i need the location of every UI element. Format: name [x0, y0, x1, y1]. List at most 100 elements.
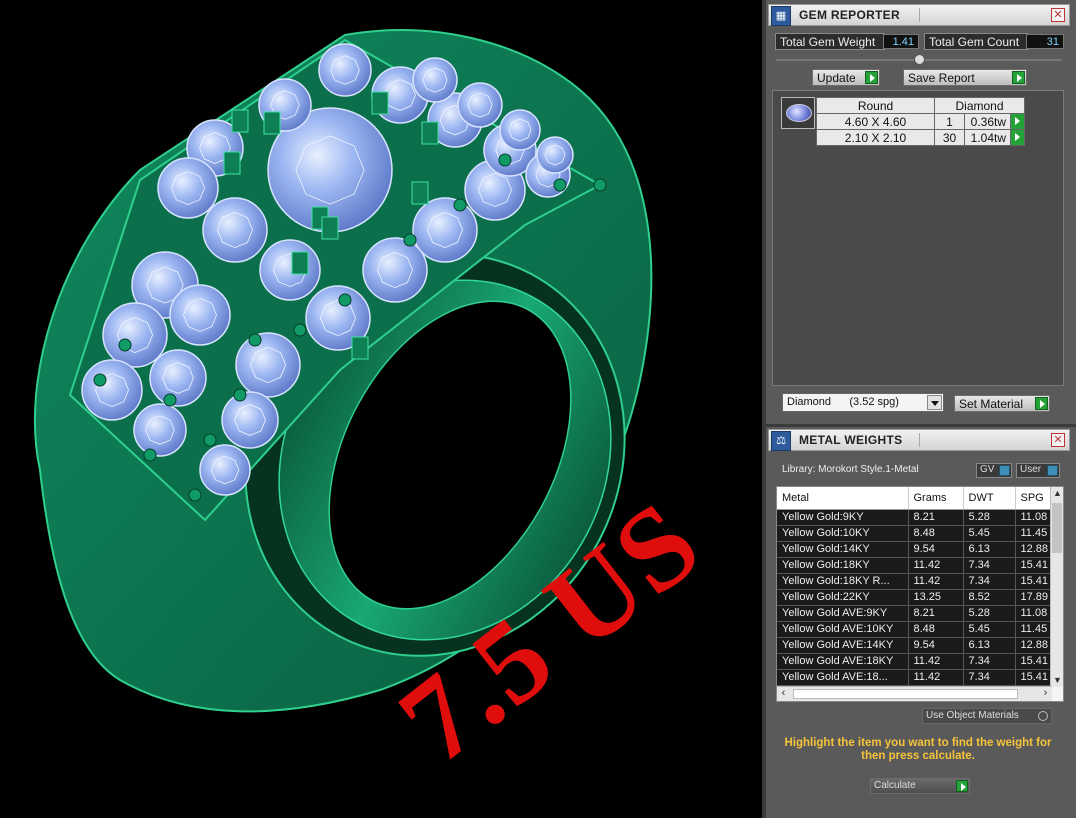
metal-weights-table[interactable]: Metal Grams DWT SPG Yellow Gold:9KY 8.21 5…: [776, 486, 1064, 702]
dwt-cell: 5.28: [963, 509, 1016, 526]
total-gem-weight-label: Total Gem Weight: [775, 33, 885, 50]
gv-toggle-label: GV: [980, 464, 995, 475]
calculate-button-label: Calculate: [874, 780, 916, 791]
gem-row[interactable]: 2.10 X 2.10 30 1.04tw: [816, 129, 1025, 146]
gem-weight: 1.04tw: [964, 129, 1011, 146]
dwt-cell: 6.13: [963, 637, 1016, 654]
prong: [421, 121, 439, 145]
table-row[interactable]: Yellow Gold AVE:14KY 9.54 6.13 12.88: [777, 637, 1056, 654]
round-gem-thumbnail[interactable]: [781, 97, 815, 129]
user-toggle[interactable]: User: [1016, 463, 1060, 478]
panel-divider: [766, 424, 1076, 427]
grams-cell: 8.48: [908, 525, 964, 542]
metal-weights-title: METAL WEIGHTS: [799, 433, 903, 447]
set-material-button[interactable]: Set Material: [954, 395, 1050, 412]
scroll-thumb[interactable]: [793, 689, 1018, 699]
scroll-thumb[interactable]: [1052, 503, 1062, 553]
metal-weights-titlebar[interactable]: ⚖ METAL WEIGHTS ✕: [768, 429, 1070, 451]
toggle-icon: [999, 465, 1010, 476]
diamond-stone: [412, 197, 478, 263]
row-go-icon[interactable]: [1010, 113, 1025, 130]
metal-cell: Yellow Gold AVE:9KY: [777, 605, 909, 622]
diamond-stone: [499, 109, 541, 151]
horizontal-scrollbar[interactable]: ‹ ›: [777, 686, 1052, 701]
metal-cell: Yellow Gold:9KY: [777, 509, 909, 526]
splitter-knob-icon[interactable]: [914, 54, 925, 65]
column-header-grams[interactable]: Grams: [908, 487, 964, 510]
table-row[interactable]: Yellow Gold AVE:9KY 8.21 5.28 11.08: [777, 605, 1056, 622]
material-select-value: Diamond (3.52 spg): [787, 396, 899, 408]
diamond-stone: [536, 136, 574, 174]
titlebar-grip[interactable]: [919, 8, 1039, 22]
gem-icon: [786, 104, 812, 122]
table-row[interactable]: Yellow Gold:9KY 8.21 5.28 11.08: [777, 509, 1056, 526]
grams-cell: 8.21: [908, 605, 964, 622]
table-row[interactable]: Yellow Gold:10KY 8.48 5.45 11.45: [777, 525, 1056, 542]
diamond-stone: [81, 359, 143, 421]
bead: [188, 488, 202, 502]
gem-weight: 0.36tw: [964, 113, 1011, 130]
dwt-cell: 6.13: [963, 541, 1016, 558]
table-row[interactable]: Yellow Gold:14KY 9.54 6.13 12.88: [777, 541, 1056, 558]
gem-reporter-icon: ▦: [771, 6, 791, 26]
gem-reporter-titlebar[interactable]: ▦ GEM REPORTER ✕: [768, 4, 1070, 26]
grams-cell: 9.54: [908, 637, 964, 654]
dwt-cell: 5.45: [963, 525, 1016, 542]
prong: [321, 216, 339, 240]
spg-cell: 15.41: [1015, 669, 1056, 686]
scroll-up-icon[interactable]: ▲: [1051, 487, 1063, 500]
grams-cell: 11.42: [908, 557, 964, 574]
diamond-stone: [457, 82, 503, 128]
save-report-button[interactable]: Save Report: [903, 69, 1027, 86]
calculate-button[interactable]: Calculate: [870, 778, 970, 794]
spg-cell: 17.89: [1015, 589, 1056, 606]
table-row[interactable]: Yellow Gold AVE:18KY 11.42 7.34 15.41: [777, 653, 1056, 670]
total-gem-count-value: 31: [1026, 34, 1064, 49]
diamond-stone: [149, 349, 207, 407]
bead: [203, 433, 217, 447]
column-header-metal[interactable]: Metal: [777, 487, 909, 510]
close-icon[interactable]: ✕: [1051, 8, 1065, 22]
vertical-scrollbar[interactable]: ▲ ▼: [1050, 487, 1063, 687]
metal-cell: Yellow Gold AVE:14KY: [777, 637, 909, 654]
spg-cell: 15.41: [1015, 653, 1056, 670]
scroll-down-icon[interactable]: ▼: [1051, 674, 1063, 687]
bead: [338, 293, 352, 307]
titlebar-grip[interactable]: [919, 433, 1039, 447]
toggle-icon: [1047, 465, 1058, 476]
column-header-spg[interactable]: SPG: [1015, 487, 1056, 510]
grams-cell: 8.48: [908, 621, 964, 638]
gem-row[interactable]: 4.60 X 4.60 1 0.36tw: [816, 113, 1025, 130]
table-row[interactable]: Yellow Gold AVE:10KY 8.48 5.45 11.45: [777, 621, 1056, 638]
bead: [233, 388, 247, 402]
update-button-label: Update: [817, 71, 856, 85]
diamond-stone: [102, 302, 168, 368]
diamond-stone: [235, 332, 301, 398]
gv-toggle[interactable]: GV: [976, 463, 1012, 478]
table-row[interactable]: Yellow Gold:18KY 11.42 7.34 15.41: [777, 557, 1056, 574]
gem-list: Round Diamond 4.60 X 4.60 1 0.36tw 2.10 …: [772, 90, 1064, 386]
bead: [453, 198, 467, 212]
scroll-left-icon[interactable]: ‹: [777, 687, 790, 701]
gem-count: 30: [934, 129, 965, 146]
material-select[interactable]: Diamond (3.52 spg): [782, 393, 944, 412]
metal-cell: Yellow Gold AVE:18KY: [777, 653, 909, 670]
prong: [231, 109, 249, 133]
bead: [143, 448, 157, 462]
dwt-cell: 5.28: [963, 605, 1016, 622]
bead: [498, 153, 512, 167]
table-row[interactable]: Yellow Gold:22KY 13.25 8.52 17.89: [777, 589, 1056, 606]
3d-viewport[interactable]: 7.5 US: [0, 0, 762, 818]
row-go-icon[interactable]: [1010, 129, 1025, 146]
user-toggle-label: User: [1020, 464, 1042, 475]
table-row[interactable]: Yellow Gold:18KY R... 11.42 7.34 15.41: [777, 573, 1056, 590]
update-button[interactable]: Update: [812, 69, 880, 86]
column-header-dwt[interactable]: DWT: [963, 487, 1016, 510]
scroll-right-icon[interactable]: ›: [1039, 687, 1052, 701]
close-icon[interactable]: ✕: [1051, 433, 1065, 447]
table-row[interactable]: Yellow Gold AVE:18... 11.42 7.34 15.41: [777, 669, 1056, 686]
scale-icon: ⚖: [771, 431, 791, 451]
play-arrow-icon: [956, 780, 968, 792]
use-object-materials-toggle[interactable]: Use Object Materials: [922, 708, 1052, 724]
spg-cell: 11.45: [1015, 621, 1056, 638]
